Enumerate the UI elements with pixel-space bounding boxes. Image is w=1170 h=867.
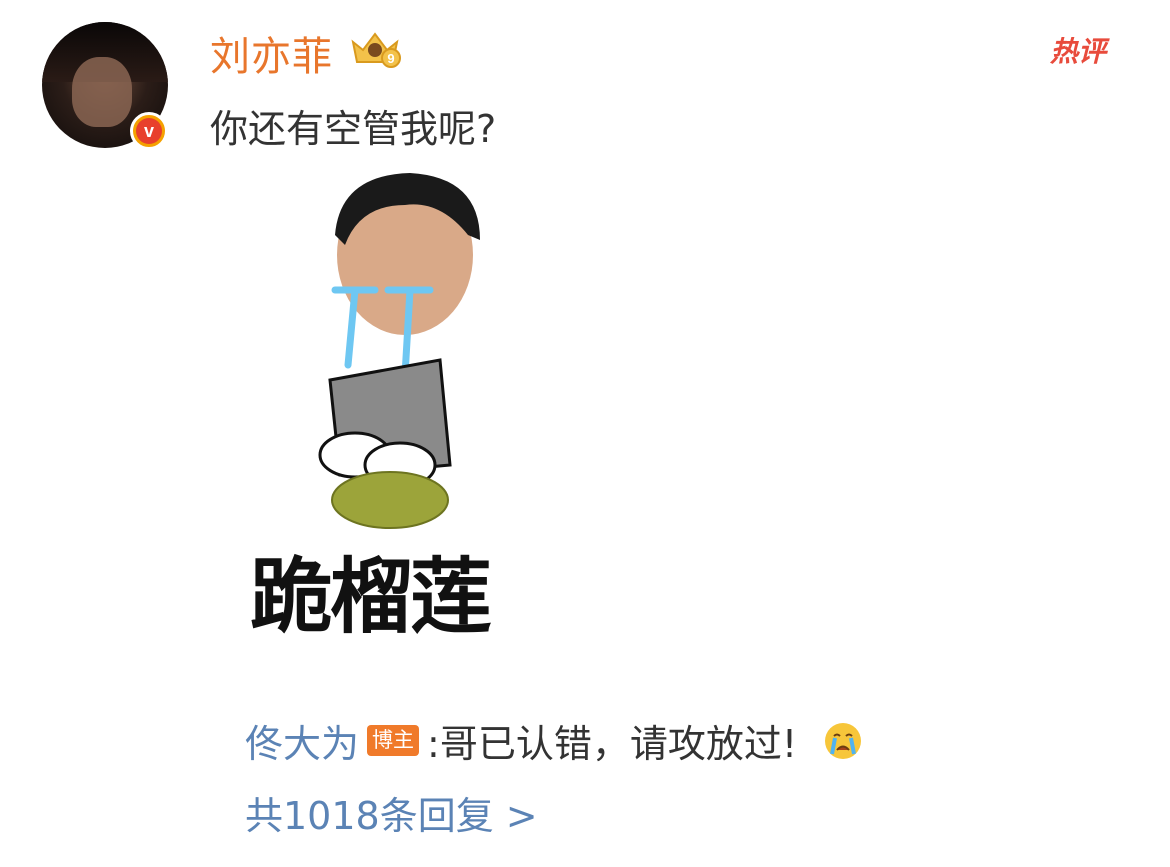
sticker-caption: 跪榴莲 — [250, 550, 492, 645]
crown-level-icon: 9 — [351, 32, 401, 68]
reply-row[interactable]: 佟大为 博主 :哥已认错，请攻放过! — [245, 713, 863, 768]
comment-text: 你还有空管我呢? — [210, 107, 497, 151]
crying-emoji-icon — [825, 722, 862, 759]
author-tag-badge: 博主 — [367, 724, 420, 757]
reply-author[interactable]: 佟大为 — [245, 713, 359, 768]
verified-badge-icon: v — [130, 112, 168, 150]
reply-text: :哥已认错，请攻放过! — [427, 722, 798, 766]
verified-v-icon: v — [136, 118, 162, 144]
hot-comment-label: 热评 — [1050, 35, 1107, 68]
more-replies-link[interactable]: 共1018条回复 > — [245, 785, 538, 840]
sticker-durian — [331, 471, 449, 529]
level-number: 9 — [387, 51, 394, 66]
username[interactable]: 刘亦菲 — [210, 24, 333, 82]
avatar-face — [72, 57, 132, 127]
